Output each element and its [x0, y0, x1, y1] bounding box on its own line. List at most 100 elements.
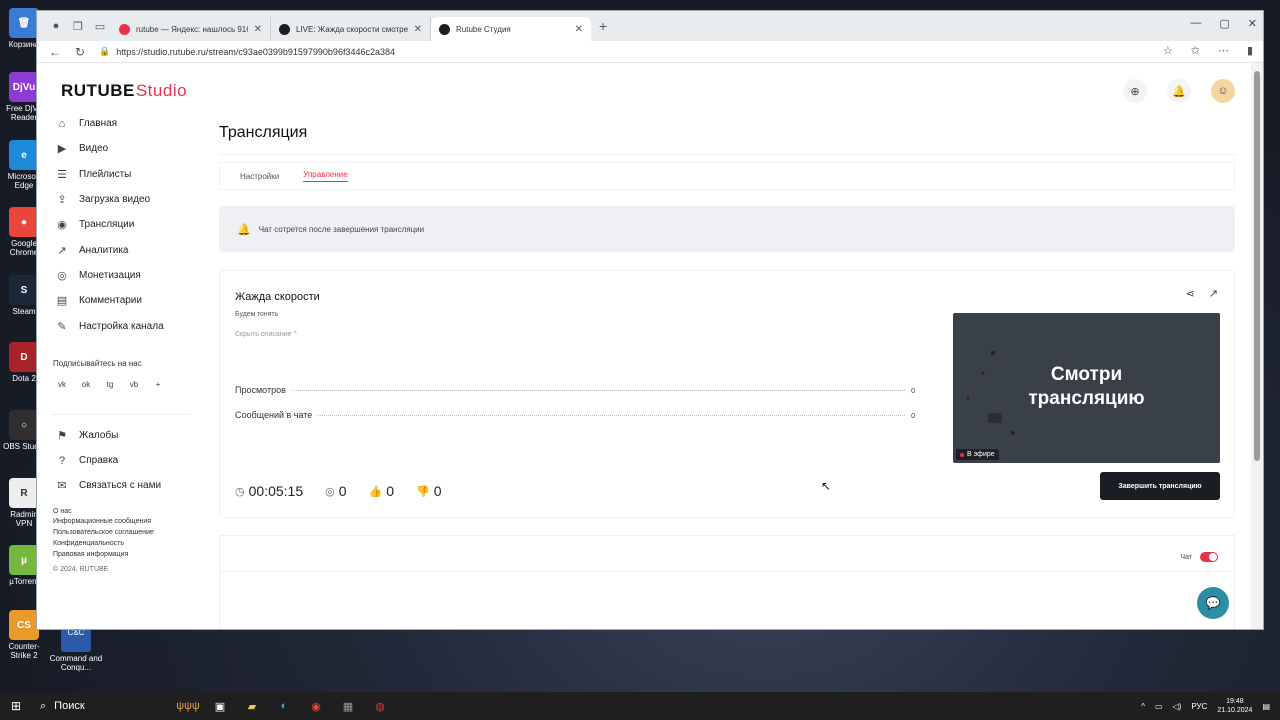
studio-page: RUTUBEStudio ⊕ 🔔 ☺ ⌂ Главная ▶ Видео ☰ Плейли…: [37, 63, 1251, 629]
chrome-taskbar-icon[interactable]: ◉: [300, 692, 332, 720]
network-icon[interactable]: ▭: [1155, 702, 1163, 711]
weather-widget-icon[interactable]: ψψψ: [172, 692, 204, 720]
end-stream-button[interactable]: Завершить трансляцию: [1100, 472, 1220, 500]
favorite-star-icon[interactable]: ☆: [1163, 44, 1173, 57]
share-icon[interactable]: ⋖: [1186, 287, 1195, 300]
support-chat-button[interactable]: 💬: [1197, 587, 1229, 619]
sidebar-secondary-item[interactable]: ? Справка: [51, 448, 191, 473]
taskbar-search[interactable]: ⌕ Поиск: [32, 692, 172, 720]
footer-link[interactable]: Правовая информация: [53, 550, 191, 561]
sidebar-toggle-icon[interactable]: ▮: [1247, 44, 1253, 57]
tab-management[interactable]: Управление: [303, 170, 348, 182]
live-badge-text: В эфире: [967, 451, 995, 458]
social-vk-icon[interactable]: vk: [55, 378, 69, 392]
language-indicator[interactable]: РУС: [1191, 702, 1207, 711]
url-text: https://studio.rutube.ru/stream/c93ae039…: [116, 46, 395, 57]
tab-actions-icon[interactable]: ▭: [89, 15, 111, 37]
browser-tab-live[interactable]: LIVE: Жажда скорости смотреть ✕: [271, 17, 431, 41]
sidebar-item-icon: ⌂: [58, 117, 66, 130]
start-button[interactable]: ⊞: [0, 699, 32, 713]
sidebar-item[interactable]: ✎ Настройка канала: [51, 313, 191, 338]
eye-icon: ◎: [325, 485, 335, 498]
edge-taskbar-icon[interactable]: ◐: [268, 692, 300, 720]
new-tab-button[interactable]: +: [599, 18, 607, 34]
tab-settings[interactable]: Настройки: [240, 172, 279, 181]
footer-link[interactable]: О нас: [53, 507, 191, 518]
footer-link[interactable]: Конфиденциальность: [53, 539, 191, 550]
footer-link[interactable]: Пользовательское соглашение: [53, 528, 191, 539]
sidebar-item[interactable]: ▤ Комментарии: [51, 288, 191, 313]
file-explorer-icon[interactable]: ▰: [236, 692, 268, 720]
desktop-icon-label: µTorrent: [9, 577, 39, 586]
sidebar-item-label: Видео: [79, 143, 109, 155]
desktop-icon-command-and-conquer[interactable]: C&C Command and Conqu...: [48, 628, 104, 672]
sidebar-item[interactable]: ▶ Видео: [51, 136, 191, 161]
sidebar-item-label: Настройка канала: [79, 320, 164, 332]
sidebar-item-icon: ✉: [57, 480, 67, 493]
clock[interactable]: 19:48 21.10.2024: [1217, 697, 1252, 715]
reload-icon[interactable]: ↻: [75, 45, 85, 59]
yandex-icon: [119, 23, 130, 35]
url-field[interactable]: 🔒 https://studio.rutube.ru/stream/c93ae0…: [99, 46, 395, 57]
close-window-icon[interactable]: ✕: [1248, 17, 1257, 30]
sidebar-item[interactable]: ⌂ Главная: [51, 111, 191, 136]
stream-counters: ◷ 00:05:15 ◎ 0 👍 0 👎 0: [235, 483, 442, 499]
task-view-icon[interactable]: ▣: [204, 692, 236, 720]
close-tab-icon[interactable]: ✕: [414, 24, 422, 35]
browser-tab-studio[interactable]: Rutube Студия ✕: [431, 17, 591, 41]
sidebar-item-icon: ◎: [57, 269, 67, 282]
hide-description-link[interactable]: Скрыть описание ^: [235, 331, 297, 338]
sidebar-item[interactable]: ◉ Трансляции: [51, 212, 191, 237]
scrollbar-thumb[interactable]: [1254, 71, 1260, 461]
social-ok-icon[interactable]: ok: [79, 378, 93, 392]
minimize-icon[interactable]: —: [1190, 17, 1201, 30]
social-tg-icon[interactable]: tg: [103, 378, 117, 392]
stream-preview[interactable]: Смотри трансляцию В эфире: [953, 313, 1220, 463]
sidebar-item[interactable]: ⇪ Загрузка видео: [51, 187, 191, 212]
desktop-app-icon: CS: [9, 610, 39, 640]
back-icon[interactable]: ←: [49, 45, 61, 59]
sidebar-item[interactable]: ◎ Монетизация: [51, 263, 191, 288]
app-taskbar-icon[interactable]: ▦: [332, 692, 364, 720]
obs-taskbar-icon[interactable]: ◍: [364, 692, 396, 720]
sidebar-item-label: Главная: [79, 118, 118, 130]
close-tab-icon[interactable]: ✕: [575, 24, 583, 35]
workspaces-icon[interactable]: ❐: [67, 15, 89, 37]
notifications-icon[interactable]: ▤: [1262, 702, 1270, 711]
alert-bell-icon: 🔔: [237, 223, 251, 236]
tab-title: rutube — Яндекс: нашлось 916 т: [136, 24, 248, 34]
stream-card: Жажда скорости Будем гонять Скрыть описа…: [219, 270, 1235, 518]
rutube-studio-logo[interactable]: RUTUBEStudio: [61, 81, 187, 101]
chat-notice: 🔔 Чат сотрется после завершения трансляц…: [219, 206, 1235, 252]
subscribe-title: Подписывайтесь на нас: [53, 358, 142, 368]
tray-chevron-icon[interactable]: ^: [1141, 702, 1145, 711]
chat-toggle[interactable]: [1200, 552, 1218, 562]
chat-divider: [220, 571, 1234, 572]
footer-link[interactable]: Информационные сообщения: [53, 517, 191, 528]
rutube-icon: [439, 23, 450, 35]
avatar[interactable]: ☺: [1211, 79, 1235, 103]
sidebar-item-icon: ▤: [56, 295, 68, 308]
external-link-icon[interactable]: ↗: [1209, 287, 1218, 300]
favorites-icon[interactable]: ✩: [1191, 44, 1200, 57]
social-vb-icon[interactable]: vb: [127, 378, 141, 392]
more-icon[interactable]: ⋯: [1218, 44, 1229, 57]
volume-icon[interactable]: ◁): [1173, 702, 1182, 711]
upload-icon[interactable]: ⊕: [1123, 79, 1147, 103]
clock-time: 19:48: [1226, 698, 1244, 705]
close-tab-icon[interactable]: ✕: [254, 24, 262, 35]
page-scrollbar[interactable]: [1251, 63, 1263, 629]
live-dot-icon: [960, 452, 964, 457]
social-+-icon[interactable]: +: [151, 378, 165, 392]
browser-tab-yandex[interactable]: rutube — Яндекс: нашлось 916 т ✕: [111, 17, 271, 41]
bell-icon[interactable]: 🔔: [1167, 79, 1191, 103]
maximize-icon[interactable]: ▢: [1219, 17, 1229, 30]
sidebar-divider: [51, 413, 191, 415]
profile-icon[interactable]: ●: [45, 15, 67, 37]
tab-title: LIVE: Жажда скорости смотреть: [296, 24, 408, 34]
sidebar-secondary-item[interactable]: ⚑ Жалобы: [51, 423, 191, 448]
sidebar-item[interactable]: ☰ Плейлисты: [51, 162, 191, 187]
sidebar-secondary-item[interactable]: ✉ Связаться с нами: [51, 473, 191, 498]
sidebar-item[interactable]: ↗ Аналитика: [51, 237, 191, 262]
chat-label: Чат: [1180, 553, 1192, 561]
